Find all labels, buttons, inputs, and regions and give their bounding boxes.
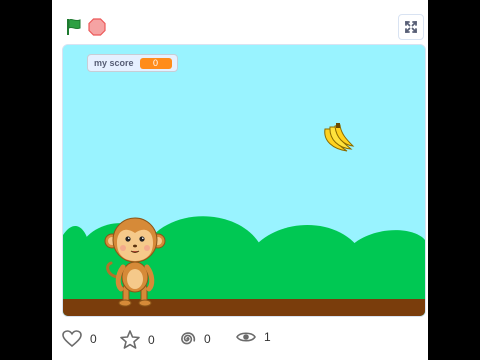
- score-monitor: my score 0: [87, 54, 178, 72]
- love-count: 0: [90, 332, 97, 346]
- score-monitor-value: 0: [139, 57, 172, 69]
- ground: [63, 299, 425, 316]
- view-count: 1: [264, 330, 271, 344]
- stage-backdrop: [63, 45, 425, 316]
- score-monitor-label: my score: [94, 58, 134, 68]
- star-icon: [120, 330, 140, 349]
- eye-icon: [236, 332, 256, 342]
- project-stats: 0 0 0 1: [52, 326, 428, 356]
- love-stat[interactable]: 0: [62, 330, 97, 348]
- player-controls: [52, 0, 428, 44]
- favorite-count: 0: [148, 332, 155, 347]
- favorite-stat[interactable]: 0: [120, 330, 155, 349]
- project-player: my score 0 0 0 0 1: [52, 0, 428, 360]
- view-stat: 1: [236, 330, 271, 344]
- fullscreen-button[interactable]: [398, 14, 424, 40]
- remix-count: 0: [204, 332, 211, 346]
- remix-spiral-icon: [181, 332, 196, 345]
- heart-icon: [62, 330, 82, 348]
- remix-stat[interactable]: 0: [178, 330, 211, 348]
- stage[interactable]: my score 0: [62, 44, 426, 317]
- green-flag-icon[interactable]: [64, 17, 84, 37]
- stop-sign-icon[interactable]: [88, 18, 106, 36]
- fullscreen-icon: [405, 21, 417, 33]
